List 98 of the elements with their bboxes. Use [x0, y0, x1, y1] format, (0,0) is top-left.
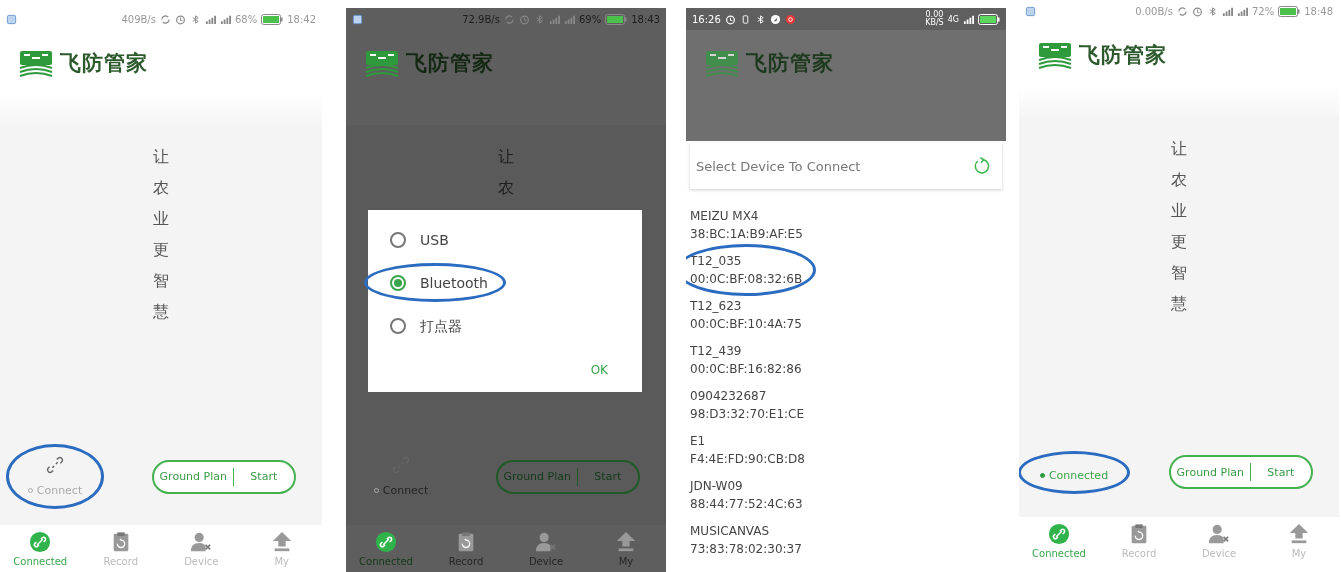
option-label: Bluetooth	[420, 275, 488, 291]
radio-button[interactable]	[390, 231, 406, 248]
ok-button[interactable]: OK	[586, 359, 612, 381]
option-label: 打点器	[420, 317, 462, 334]
device-name[interactable]: 0904232687	[690, 387, 805, 405]
status-time: 18:42	[287, 13, 316, 25]
device-address[interactable]: 88:44:77:52:4C:63	[690, 495, 803, 513]
upload-icon	[615, 530, 637, 553]
signal-icon	[204, 13, 216, 25]
nav-tab[interactable]: Connected	[1019, 517, 1099, 564]
signal-icon	[1236, 5, 1248, 17]
nav-tab[interactable]: Record	[426, 525, 506, 572]
network-type: 4G	[947, 14, 959, 24]
network-speed: 72.9B/s	[462, 13, 500, 25]
user-settings-icon	[1208, 522, 1230, 545]
user-settings-icon	[535, 530, 557, 553]
nav-tab[interactable]: My	[586, 525, 666, 572]
radio-button[interactable]	[390, 317, 406, 334]
battery-icon	[978, 13, 1000, 25]
status-time: 18:43	[631, 13, 660, 25]
nav-tab[interactable]: Device	[1179, 517, 1259, 564]
picker-title: Select Device To Connect	[696, 158, 861, 174]
network-speed: 409B/s	[121, 13, 156, 25]
sync-icon	[159, 13, 171, 25]
app-title: 飞防管家	[60, 49, 148, 77]
signal-icon	[563, 13, 575, 25]
device-name[interactable]: JDN-W09	[690, 477, 803, 495]
device-address[interactable]: 98:D3:32:70:E1:CE	[690, 405, 805, 423]
action-button[interactable]: Start	[1249, 463, 1311, 481]
nav-tab[interactable]: Record	[80, 525, 161, 572]
option-label: USB	[420, 232, 449, 248]
status-time: 16:26	[692, 13, 721, 25]
battery-icon	[261, 13, 284, 25]
app-title: 飞防管家	[1079, 41, 1167, 69]
battery-level: 69%	[578, 13, 602, 25]
radio-button[interactable]	[390, 274, 406, 291]
device-name[interactable]: MUSICANVAS	[690, 522, 802, 540]
link-icon	[29, 530, 52, 553]
app-notification-icon	[1025, 5, 1036, 17]
action-button[interactable]: Ground Plan	[1171, 463, 1250, 481]
signal-icon	[1221, 5, 1233, 17]
connection-status[interactable]: Connect	[27, 484, 83, 497]
device-address[interactable]: 00:0C:BF:10:4A:75	[690, 315, 802, 333]
network-speed: 0.00B/s	[1135, 5, 1173, 17]
navigation-icon	[769, 13, 781, 25]
app-title: 飞防管家	[406, 49, 494, 77]
refresh-icon[interactable]	[972, 156, 992, 176]
device-name[interactable]: T12_623	[690, 297, 802, 315]
battery-level: 72%	[1251, 5, 1275, 17]
slogan-text: 让农业更智慧	[152, 146, 170, 323]
nav-tab[interactable]: Connected	[346, 525, 426, 572]
sync-icon	[1176, 5, 1188, 17]
battery-level: 68%	[234, 13, 258, 25]
nav-tab[interactable]: My	[241, 525, 322, 572]
alarm-icon	[724, 13, 736, 25]
app-title: 飞防管家	[746, 49, 834, 77]
device-address[interactable]: 38:BC:1A:B9:AF:E5	[690, 225, 803, 243]
nav-tab[interactable]: Device	[161, 525, 242, 572]
nav-tab[interactable]: Connected	[0, 525, 81, 572]
upload-icon	[270, 530, 293, 553]
device-name[interactable]: MEIZU MX4	[690, 207, 803, 225]
alarm-icon	[174, 13, 186, 25]
device-address[interactable]: 00:0C:BF:08:32:6B	[690, 270, 803, 288]
radio-option[interactable]: Bluetooth	[368, 261, 642, 304]
device-address[interactable]: 73:83:78:02:30:37	[690, 540, 802, 558]
sync-icon	[503, 13, 515, 25]
slogan-text: 让农	[497, 146, 515, 199]
upload-icon	[1288, 522, 1310, 545]
status-time: 18:48	[1304, 5, 1333, 17]
battery-icon	[605, 13, 628, 25]
notification-icon	[784, 13, 796, 25]
alarm-icon	[518, 13, 530, 25]
radio-option[interactable]: USB	[368, 218, 642, 261]
action-button[interactable]: Ground Plan	[154, 467, 233, 486]
app-notification-icon	[6, 13, 17, 25]
radio-option[interactable]: 打点器	[368, 304, 642, 347]
nav-tab[interactable]: Record	[1099, 517, 1179, 564]
nav-tab[interactable]: My	[1259, 517, 1339, 564]
alarm-icon	[1191, 5, 1203, 17]
network-speed: 0.00 KB/S	[925, 11, 944, 27]
slogan-text: 让农业更智慧	[1170, 138, 1188, 315]
action-button[interactable]: Start	[232, 467, 294, 486]
battery-icon	[1278, 5, 1301, 17]
signal-icon	[963, 13, 974, 25]
nav-tab[interactable]: Device	[506, 525, 586, 572]
device-address[interactable]: F4:4E:FD:90:CB:D8	[690, 450, 805, 468]
device-address[interactable]: 00:0C:BF:16:82:86	[690, 360, 802, 378]
link-icon	[1048, 522, 1070, 545]
signal-icon	[548, 13, 560, 25]
connection-status[interactable]: Connected	[1039, 468, 1109, 482]
device-name[interactable]: E1	[690, 432, 805, 450]
app-notification-icon	[352, 13, 363, 25]
broken-link-icon	[46, 456, 64, 474]
link-icon	[375, 530, 397, 553]
user-settings-icon	[190, 530, 213, 553]
signal-icon	[219, 13, 231, 25]
device-name[interactable]: T12_035	[690, 252, 803, 270]
device-name[interactable]: T12_439	[690, 342, 802, 360]
